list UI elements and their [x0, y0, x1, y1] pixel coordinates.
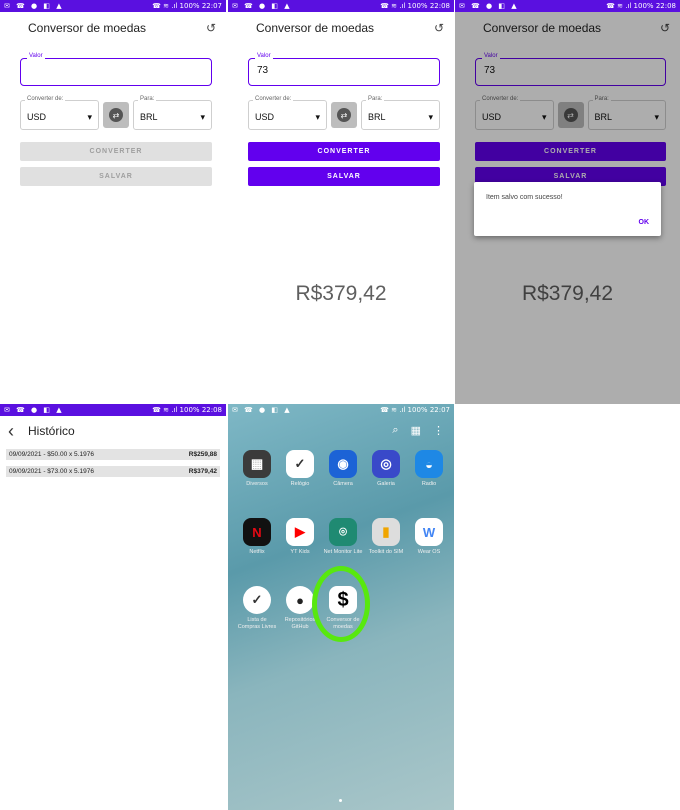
from-currency-select[interactable]: Converter de: USD ▾	[20, 96, 99, 130]
balloon-icon: ◎	[372, 450, 400, 478]
convert-button[interactable]: CONVERTER	[248, 142, 440, 161]
history-icon[interactable]: ↺	[434, 21, 444, 35]
app-label: Net Monitor Lite	[323, 549, 363, 555]
status-bar: ✉ ☎ ● ◧ ▲ ☎ ≋ .ıl 100% 22:08	[0, 404, 226, 416]
history-row[interactable]: 09/09/2021 - $50.00 x 5.1976 R$259,88	[6, 449, 220, 460]
status-bar: ✉ ☎ ● ◧ ▲ ☎ ≋ .ıl 100% 22:08	[455, 0, 680, 12]
search-icon[interactable]: ⌕	[392, 424, 398, 437]
app-youtube[interactable]: ▶ YT Kids	[279, 518, 321, 556]
swap-icon: ⇄	[337, 108, 351, 122]
swap-icon: ⇄	[109, 108, 123, 122]
app-netflix[interactable]: N Netflix	[236, 518, 278, 556]
github-icon: ●	[286, 586, 314, 614]
app-wear[interactable]: W Wear OS	[408, 518, 450, 556]
dropdown-arrow-icon: ▾	[87, 112, 92, 122]
app-folder[interactable]: ▦ Diversos	[236, 450, 278, 488]
clock-icon: ✓	[286, 450, 314, 478]
app-checklist[interactable]: ✓ Lista de Compras Livres	[236, 586, 278, 630]
save-button[interactable]: SALVAR	[248, 167, 440, 186]
app-clock[interactable]: ✓ Relógio	[279, 450, 321, 488]
dropdown-arrow-icon: ▾	[200, 112, 205, 122]
back-arrow-icon[interactable]: ‹	[8, 421, 14, 442]
screen-saved-dialog: ✉ ☎ ● ◧ ▲ ☎ ≋ .ıl 100% 22:08 Conversor d…	[455, 0, 680, 404]
camera-icon: ◉	[329, 450, 357, 478]
status-time: 22:07	[429, 406, 450, 414]
status-icons: ✉ ☎ ● ◧ ▲	[4, 2, 64, 10]
app-label: Toolkit do SIM	[368, 549, 404, 555]
page-indicator	[339, 799, 342, 802]
wave-icon: ◒	[415, 450, 443, 478]
app-balloon[interactable]: ◎ Galeria	[365, 450, 407, 488]
youtube-icon: ▶	[286, 518, 314, 546]
dropdown-arrow-icon: ▾	[315, 112, 320, 122]
app-wave[interactable]: ◒ Radio	[408, 450, 450, 488]
app-title: Conversor de moedas	[28, 21, 147, 35]
app-camera[interactable]: ◉ Câmera	[322, 450, 364, 488]
more-icon[interactable]: ⋮	[433, 424, 444, 437]
grid-icon[interactable]: ▦	[411, 424, 421, 437]
value-label: Valor	[27, 53, 45, 59]
screen-converted: ✉ ☎ ● ◧ ▲ ☎ ≋ .ıl 100% 22:08 Conversor d…	[228, 0, 454, 404]
value-input[interactable]: Valor	[20, 53, 212, 86]
swap-button[interactable]: ⇄	[103, 102, 129, 128]
checklist-icon: ✓	[243, 586, 271, 614]
to-currency-select[interactable]: Para: BRL ▾	[133, 96, 212, 130]
app-label: Wear OS	[417, 549, 441, 555]
convert-button[interactable]: CONVERTER	[20, 142, 212, 161]
folder-icon: ▦	[243, 450, 271, 478]
status-time: 22:08	[429, 2, 450, 10]
to-currency-select[interactable]: Para: BRL ▾	[361, 96, 440, 130]
status-time: 22:08	[655, 2, 676, 10]
value-input[interactable]: Valor 73	[248, 53, 440, 86]
swap-button[interactable]: ⇄	[331, 102, 357, 128]
app-label: Galeria	[377, 481, 395, 487]
app-label: YT Kids	[290, 549, 310, 555]
dialog-message: Item salvo com sucesso!	[486, 194, 563, 201]
wear-icon: W	[415, 518, 443, 546]
highlight-circle	[312, 566, 370, 642]
dialog-ok-button[interactable]: OK	[639, 219, 650, 226]
status-bar: ✉ ☎ ● ◧ ▲ ☎ ≋ .ıl 100% 22:07	[0, 0, 226, 12]
home-screen: ✉ ☎ ● ◧ ▲ ☎ ≋ .ıl 100% 22:07 ⌕ ▦ ⋮ ▦ Dive…	[228, 404, 454, 810]
sim-icon: ▮	[372, 518, 400, 546]
status-time: 22:07	[201, 2, 222, 10]
history-icon[interactable]: ↺	[206, 21, 216, 35]
app-title: Conversor de moedas	[256, 21, 375, 35]
success-dialog: Item salvo com sucesso! OK	[474, 182, 661, 236]
app-label: Lista de Compras Livres	[237, 617, 277, 630]
save-button[interactable]: SALVAR	[20, 167, 212, 186]
netflix-icon: N	[243, 518, 271, 546]
status-time: 22:08	[201, 406, 222, 414]
history-row[interactable]: 09/09/2021 - $73.00 x 5.1976 R$379,42	[6, 466, 220, 477]
app-label: Câmera	[333, 481, 353, 487]
antenna-icon: ⌾	[329, 518, 357, 546]
status-bar: ✉ ☎ ● ◧ ▲ ☎ ≋ .ıl 100% 22:07	[232, 406, 450, 414]
result-value: R$379,42	[295, 282, 387, 305]
screen-empty-form: ✉ ☎ ● ◧ ▲ ☎ ≋ .ıl 100% 22:07 Conversor d…	[0, 0, 226, 404]
status-bar: ✉ ☎ ● ◧ ▲ ☎ ≋ .ıl 100% 22:08	[228, 0, 454, 12]
app-label: Diversos	[246, 481, 268, 487]
app-label: Radio	[421, 481, 437, 487]
from-currency-select[interactable]: Converter de: USD ▾	[248, 96, 327, 130]
screen-history: ✉ ☎ ● ◧ ▲ ☎ ≋ .ıl 100% 22:08 ‹ Histórico…	[0, 404, 226, 810]
app-label: Relógio	[290, 481, 310, 487]
app-sim[interactable]: ▮ Toolkit do SIM	[365, 518, 407, 556]
app-antenna[interactable]: ⌾ Net Monitor Lite	[322, 518, 364, 556]
app-label: Netflix	[249, 549, 265, 555]
history-title: Histórico	[28, 424, 75, 438]
dropdown-arrow-icon: ▾	[428, 112, 433, 122]
